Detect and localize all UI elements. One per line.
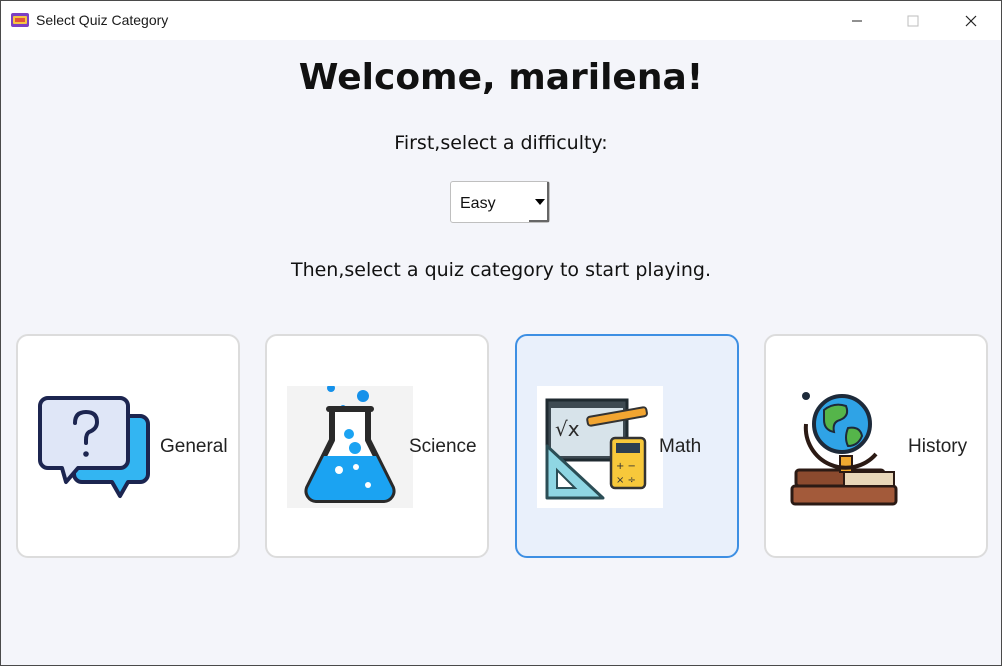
- svg-text:√x: √x: [555, 417, 580, 441]
- question-chat-icon: [38, 396, 150, 498]
- quiz-app-icon: [11, 13, 29, 27]
- welcome-heading: Welcome, marilena!: [298, 57, 704, 98]
- close-button[interactable]: [948, 1, 994, 40]
- category-label-history: History: [908, 436, 968, 457]
- quiz-category-window: Select Quiz Category Welcome, marilena! …: [0, 0, 1002, 666]
- difficulty-value: Easy: [460, 195, 496, 212]
- svg-text:+ −: + −: [616, 461, 636, 472]
- category-card-science[interactable]: Science: [265, 334, 489, 558]
- category-card-history[interactable]: History: [764, 334, 988, 558]
- svg-text:× ÷: × ÷: [616, 475, 636, 486]
- category-label-science: Science: [409, 436, 477, 457]
- category-prompt: Then,select a quiz category to start pla…: [290, 259, 712, 281]
- maximize-icon: [907, 15, 919, 26]
- title-bar: Select Quiz Category: [1, 1, 1001, 40]
- maximize-button[interactable]: [890, 1, 936, 40]
- difficulty-prompt: First,select a difficulty:: [394, 132, 608, 154]
- category-card-general[interactable]: General: [16, 334, 240, 558]
- close-icon: [965, 15, 977, 26]
- minimize-icon: [852, 20, 862, 21]
- math-tools-icon: √x + − × ÷: [537, 386, 663, 508]
- difficulty-dropdown[interactable]: Easy: [450, 181, 550, 223]
- flask-icon: [287, 386, 413, 508]
- window-title: Select Quiz Category: [36, 12, 169, 28]
- minimize-button[interactable]: [834, 1, 880, 40]
- category-card-math[interactable]: √x + − × ÷ Math: [515, 334, 739, 558]
- category-label-general: General: [160, 436, 228, 457]
- globe-books-icon: [790, 392, 898, 506]
- chevron-down-icon: [535, 199, 545, 205]
- category-label-math: Math: [659, 436, 702, 457]
